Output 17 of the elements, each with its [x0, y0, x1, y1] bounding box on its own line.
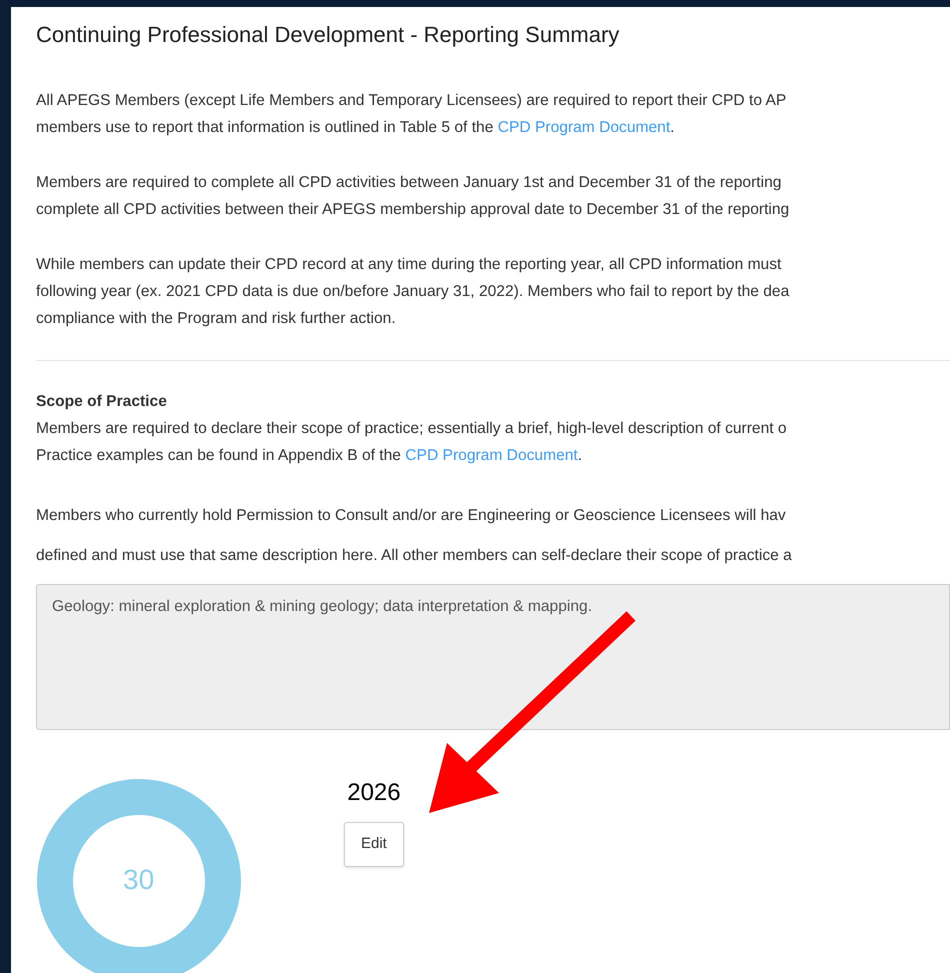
- edit-button[interactable]: Edit: [344, 822, 404, 866]
- paragraph-line: Members who currently hold Permission to Consult and/or are Engineering or Geoscience Licensees will hav: [36, 506, 787, 526]
- paragraph-line: While members can update their CPD record at any time during the reporting year, all CPD information must: [36, 255, 782, 275]
- paragraph-line: compliance with the Program and risk further action.: [36, 309, 397, 329]
- paragraph-line: members use to report that information is outlined in Table 5 of the CPD Program Document.: [36, 118, 676, 138]
- section-heading: Scope of Practice: [36, 392, 168, 412]
- paragraph-line: All APEGS Members (except Life Members and Temporary Licensees) are required to report their CPD to AP: [36, 91, 788, 111]
- paragraph-line: Members are required to declare their scope of practice; essentially a brief, high-level description of current o: [36, 419, 788, 439]
- paragraph-line: following year (ex. 2021 CPD data is due on/before January 31, 2022). Members who fail to report by the dea: [36, 282, 790, 302]
- paragraph-line: Practice examples can be found in Appendix B of the CPD Program Document.: [36, 446, 584, 466]
- year-label: 2026: [347, 778, 401, 808]
- paragraph-line: defined and must use that same description here. All other members can self-declare their scope of practice a: [36, 546, 793, 566]
- paragraph-line: complete all CPD activities between their APEGS membership approval date to December 31 of the reporting: [36, 200, 790, 220]
- scope-text-area[interactable]: Geology: mineral exploration & mining geology; data interpretation & mapping.: [36, 584, 950, 730]
- page-title: Continuing Professional Development - Reporting Summary: [36, 21, 620, 49]
- total-value: 30: [123, 863, 154, 897]
- paragraph-line: Members are required to complete all CPD activities between January 1st and December 31 of the reporting: [36, 173, 782, 193]
